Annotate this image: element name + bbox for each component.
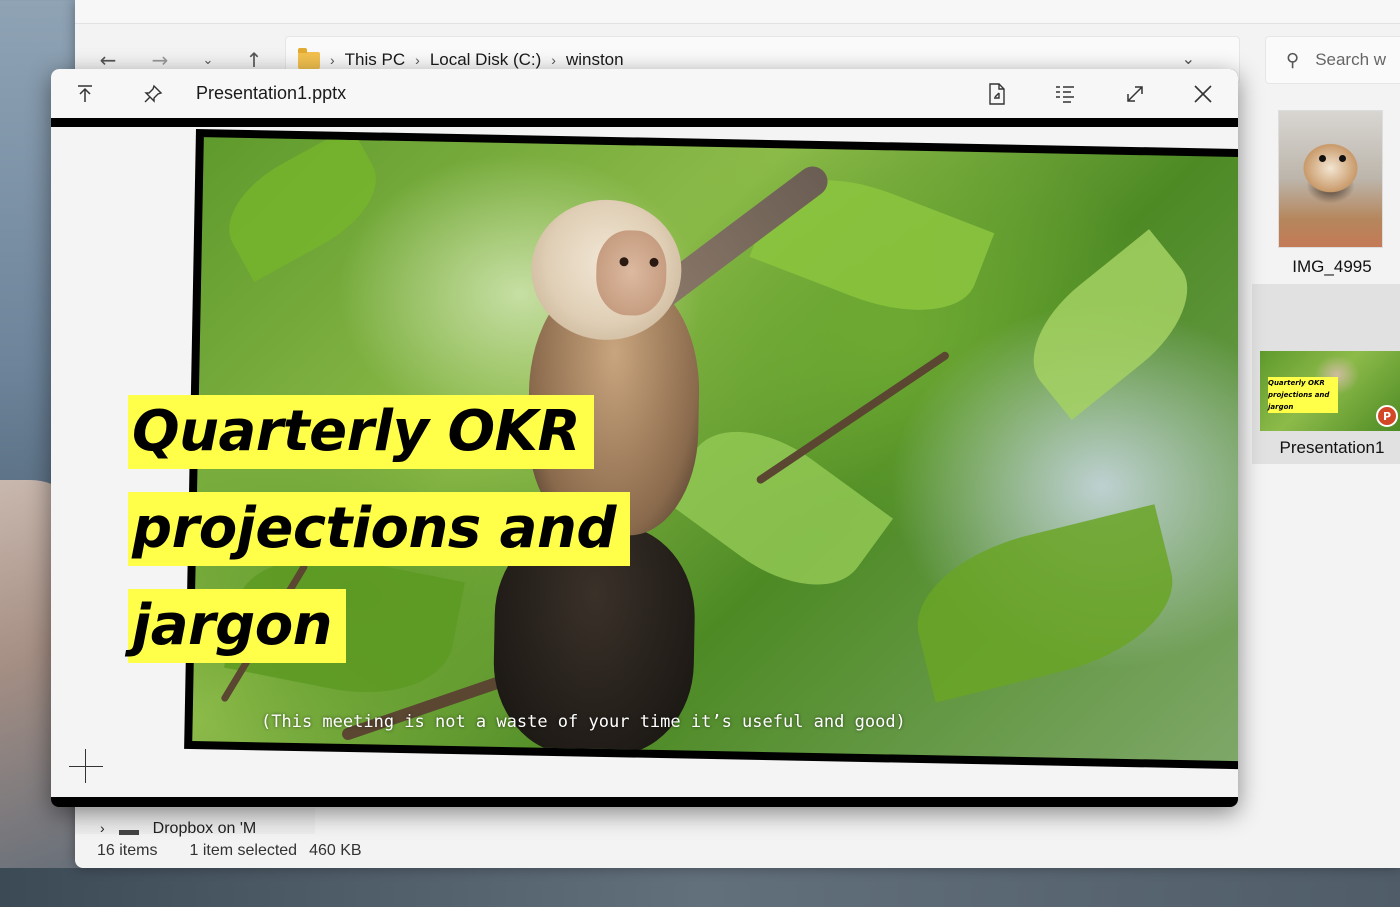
nav-pane-label: Dropbox on 'M	[152, 820, 257, 837]
expand-icon[interactable]	[1119, 78, 1151, 110]
pptx-thumbnail: Quarterly OKR projections and jargon P	[1260, 351, 1400, 431]
selection-count: 1 item selected	[189, 842, 298, 859]
preview-content: Quarterly OKR projections and jargon (Th…	[51, 127, 1238, 797]
slide-title-line-1: Quarterly OKR	[128, 395, 595, 469]
chevron-right-icon[interactable]: ›	[100, 820, 105, 836]
slide-subtitle: (This meeting is not a waste of your tim…	[261, 712, 906, 732]
powerpoint-icon: P	[1376, 405, 1398, 427]
search-input[interactable]: ⚲ Search w	[1265, 36, 1400, 84]
breadcrumb-chevron-icon: ›	[330, 52, 335, 68]
breadcrumb-chevron-icon: ›	[415, 52, 420, 68]
chevron-down-icon[interactable]: ⌄	[1182, 49, 1195, 69]
details-icon[interactable]	[1049, 78, 1081, 110]
file-name: IMG_4995	[1292, 257, 1372, 276]
drive-icon	[118, 830, 139, 835]
dog-photo-thumbnail	[1278, 110, 1383, 248]
breadcrumb-chevron-icon: ›	[551, 52, 556, 68]
preview-file-name: Presentation1.pptx	[196, 83, 347, 103]
close-icon[interactable]	[1187, 78, 1219, 110]
breadcrumb-winston[interactable]: winston	[566, 50, 624, 70]
slide-title-line-3: jargon	[128, 589, 347, 663]
preview-titlebar: Presentation1.pptx	[51, 69, 1238, 118]
thumbnail-title-text: Quarterly OKR projections and jargon	[1268, 377, 1338, 413]
wallpaper-bottom	[0, 868, 1400, 907]
item-count: 16 items	[97, 842, 158, 859]
crosshair-cursor-icon	[69, 749, 103, 783]
search-placeholder: Search w	[1315, 50, 1387, 69]
pin-to-top-icon[interactable]	[69, 78, 101, 110]
pin-icon[interactable]	[137, 78, 169, 110]
folder-icon	[298, 47, 320, 69]
status-bar: 16 items 1 item selected 460 KB	[97, 842, 362, 862]
preview-window: Presentation1.pptx Quarterly OKR project…	[51, 69, 1238, 807]
breadcrumb-local-disk[interactable]: Local Disk (C:)	[430, 50, 541, 70]
breadcrumb-this-pc[interactable]: This PC	[345, 50, 405, 70]
search-icon: ⚲	[1286, 49, 1300, 70]
open-file-icon[interactable]	[981, 78, 1013, 110]
slide-title-line-2: projections and	[128, 492, 630, 566]
slide-title: Quarterly OKR projections and jargon	[128, 395, 630, 663]
selection-size: 460 KB	[309, 842, 362, 859]
nav-pane-item-dropbox[interactable]: › Dropbox on 'M	[100, 820, 256, 838]
tab-bar	[75, 0, 1400, 24]
file-name: Presentation1	[1279, 438, 1385, 457]
